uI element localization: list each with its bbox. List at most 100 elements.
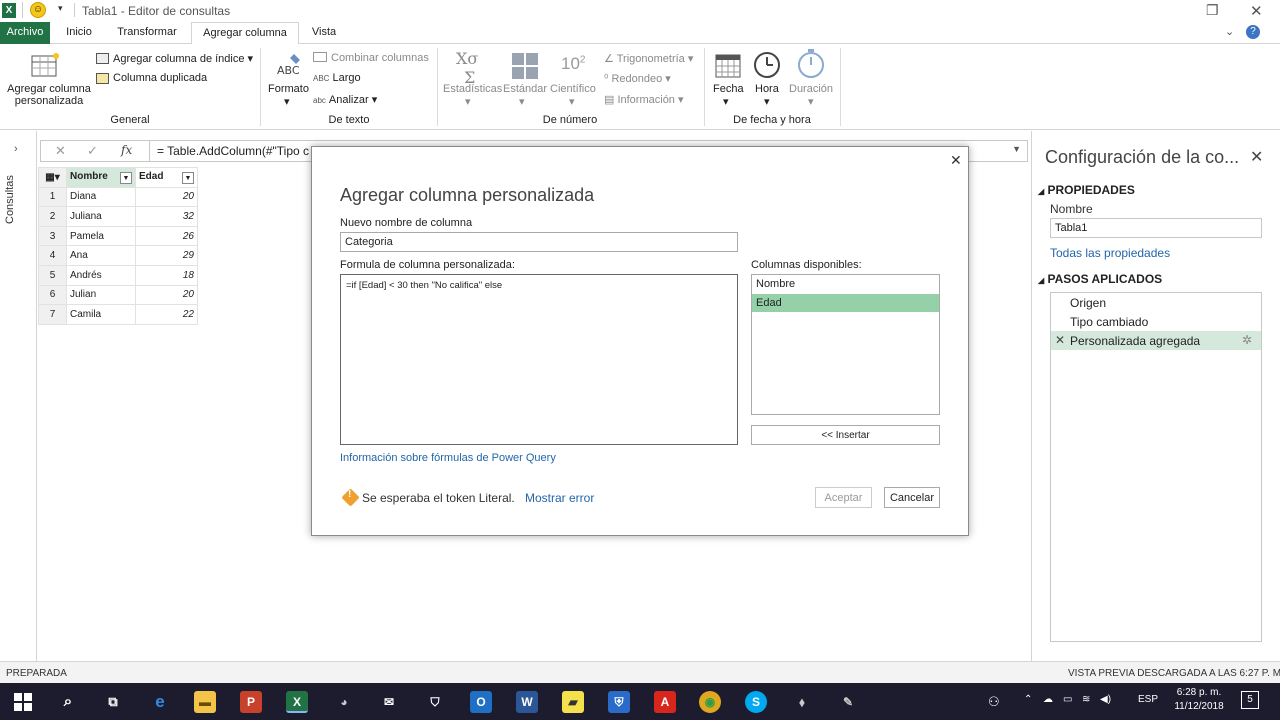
accept-formula-icon[interactable]: ✓ [87,143,98,159]
scientific-button[interactable]: Científico ▾ [550,83,596,108]
custom-formula-textarea[interactable]: =if [Edad] < 30 then "No califica" else [340,274,738,445]
cell-nombre[interactable]: Diana [66,186,136,208]
battery-icon[interactable]: ▭ [1063,694,1072,705]
cancel-button[interactable]: Cancelar [884,487,940,508]
excel-icon[interactable]: X [286,691,308,713]
powerpoint-icon[interactable]: P [240,691,262,713]
quick-access-dropdown-icon[interactable]: ▾ [58,3,63,14]
step-settings-gear-icon[interactable]: ✲ [1242,333,1252,347]
time-button[interactable]: Hora ▾ [755,83,779,108]
task-view-icon[interactable]: ⧉ [102,691,124,713]
power-query-formula-help-link[interactable]: Información sobre fórmulas de Power Quer… [340,452,556,464]
tab-vista[interactable]: Vista [304,22,344,44]
ribbon-collapse-icon[interactable]: ⌄ [1225,25,1234,38]
column-header-nombre[interactable]: Nombre ▼ [66,167,136,188]
merge-columns-button[interactable]: Combinar columnas [313,52,429,64]
filter-dropdown-icon[interactable]: ▼ [182,171,194,184]
length-button[interactable]: ABC Largo [313,72,361,84]
cell-edad[interactable]: 32 [135,206,198,227]
people-icon[interactable]: ⚇ [988,694,1000,710]
table-row[interactable]: 2 Juliana 32 [38,206,198,227]
format-button[interactable]: Formato ▾ [268,83,309,108]
query-name-input[interactable]: Tabla1 [1050,218,1262,238]
column-header-edad[interactable]: Edad ▼ [135,167,198,188]
chrome-icon[interactable]: ◉ [699,691,721,713]
cell-edad[interactable]: 26 [135,225,198,247]
trigonometry-button[interactable]: ∠ Trigonometría ▾ [604,52,693,65]
custom-column-button[interactable]: Agregar columna personalizada [6,83,92,107]
cell-nombre[interactable]: Ana [66,245,136,266]
clock[interactable]: 6:28 p. m. 11/12/2018 [1168,686,1230,714]
row-number[interactable]: 3 [38,225,67,247]
cell-nombre[interactable]: Camila [66,304,136,325]
table-row[interactable]: 5 Andrés 18 [38,264,198,286]
formula-expand-icon[interactable]: ▼ [1012,144,1021,154]
acrobat-icon[interactable]: A [654,691,676,713]
applied-steps-section[interactable]: ◢ PASOS APLICADOS [1038,272,1162,286]
show-error-link[interactable]: Mostrar error [525,491,594,505]
row-number[interactable]: 2 [38,206,67,227]
duplicate-column-button[interactable]: Columna duplicada [113,72,207,84]
outlook-icon[interactable]: O [470,691,492,713]
all-properties-link[interactable]: Todas las propiedades [1050,246,1170,260]
language-indicator[interactable]: ESP [1138,694,1158,705]
row-number[interactable]: 4 [38,245,67,266]
row-number[interactable]: 5 [38,264,67,286]
restore-icon[interactable]: ❐ [1206,2,1219,19]
properties-section[interactable]: ◢ PROPIEDADES [1038,183,1135,197]
skype-icon[interactable]: S [745,691,767,713]
cell-nombre[interactable]: Andrés [66,264,136,286]
security-shield-icon[interactable]: ⛨ [608,691,630,713]
help-icon[interactable]: ? [1246,25,1260,39]
tab-archivo[interactable]: Archivo [0,22,50,44]
dialog-close-icon[interactable]: ✕ [950,152,962,169]
fx-icon[interactable]: fx [121,143,132,157]
word-icon[interactable]: W [516,691,538,713]
cell-edad[interactable]: 29 [135,245,198,266]
table-row[interactable]: 7 Camila 22 [38,304,198,325]
step-tipo-cambiado[interactable]: Tipo cambiado [1051,312,1261,331]
accept-button[interactable]: Aceptar [815,487,872,508]
table-row[interactable]: 1 Diana 20 [38,186,198,208]
cell-nombre[interactable]: Juliana [66,206,136,227]
wifi-icon[interactable]: ≋ [1082,694,1090,705]
cell-edad[interactable]: 22 [135,304,198,325]
tab-agregar-columna[interactable]: Agregar columna [191,22,299,45]
information-button[interactable]: ▤ Información ▾ [604,93,684,106]
cell-edad[interactable]: 18 [135,264,198,286]
rounding-button[interactable]: ⁰ Redondeo ▾ [604,72,671,85]
action-center-icon[interactable]: 5 [1241,691,1259,709]
step-origen[interactable]: Origen [1051,293,1261,312]
tab-inicio[interactable]: Inicio [58,22,100,44]
standard-button[interactable]: Estándar ▾ [503,83,547,108]
close-pane-icon[interactable]: ✕ [1250,147,1263,167]
insert-button[interactable]: << Insertar [751,425,940,445]
formula-text[interactable]: = Table.AddColumn(#"Tipo c [157,144,309,158]
cell-nombre[interactable]: Julian [66,284,136,306]
filter-dropdown-icon[interactable]: ▼ [120,171,132,184]
index-column-button[interactable]: Agregar columna de índice ▾ [113,52,253,65]
date-button[interactable]: Fecha ▾ [713,83,744,108]
app-icon[interactable]: ⬧ [791,691,813,713]
cell-edad[interactable]: 20 [135,284,198,306]
windows-start-icon[interactable] [14,693,32,711]
available-column-edad[interactable]: Edad [752,294,939,312]
duration-button[interactable]: Duración ▾ [789,83,833,108]
expand-queries-icon[interactable]: › [14,143,18,155]
available-column-nombre[interactable]: Nombre [752,275,939,293]
sticky-notes-icon[interactable]: ▰ [562,691,584,713]
parse-button[interactable]: abc Analizar ▾ [313,93,377,106]
table-row[interactable]: 3 Pamela 26 [38,225,198,247]
delete-step-icon[interactable]: ✕ [1055,333,1065,347]
cell-nombre[interactable]: Pamela [66,225,136,247]
smiley-feedback-icon[interactable]: ☺ [30,2,46,18]
volume-icon[interactable]: ◀) [1100,694,1111,705]
window-close-icon[interactable]: ✕ [1250,2,1263,20]
cell-edad[interactable]: 20 [135,186,198,208]
show-hidden-icons[interactable]: ⌃ [1024,694,1032,705]
tab-transformar[interactable]: Transformar [108,22,186,44]
cancel-formula-icon[interactable]: ✕ [55,143,66,159]
queries-label[interactable]: Consultas [4,175,16,255]
row-number[interactable]: 1 [38,186,67,208]
row-number[interactable]: 7 [38,304,67,325]
